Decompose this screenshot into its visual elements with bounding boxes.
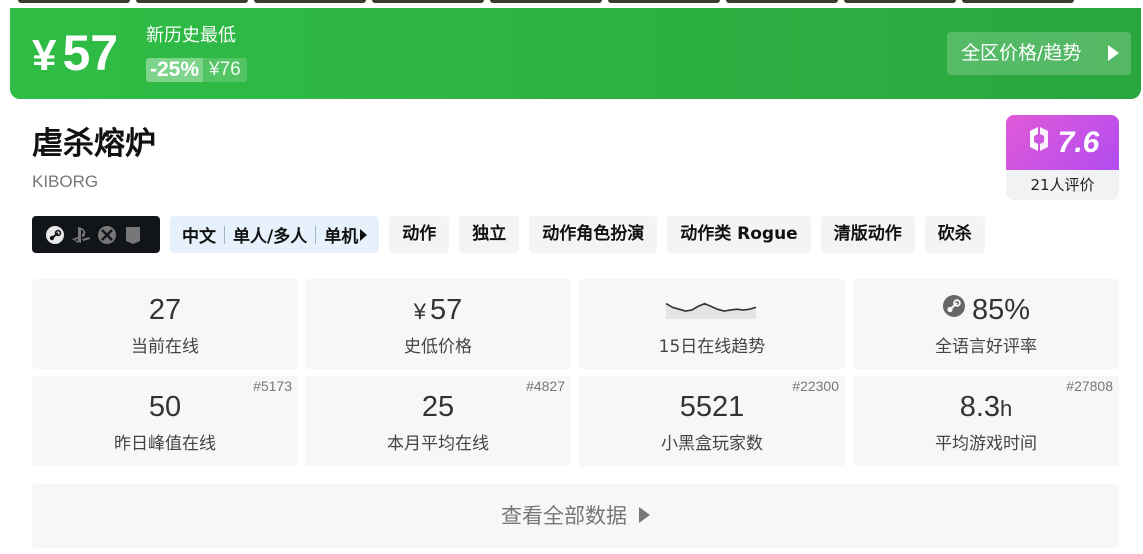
original-price: ¥76 — [209, 59, 241, 80]
score-top: 7.6 — [1006, 115, 1119, 170]
stat-value: 8.3h — [853, 390, 1119, 426]
game-type-label: 单机 — [324, 227, 359, 247]
store-icon — [122, 224, 144, 246]
stat-value: 50 — [148, 391, 182, 423]
trend-sparkline — [665, 302, 757, 319]
platform-icons[interactable] — [32, 216, 160, 253]
tag-row: 中文 单人/多人 单机 动作 独立 动作角色扮演 动作类 Rogue 清版动作 … — [32, 216, 985, 253]
playtime-value: 8.3 — [959, 391, 1001, 423]
stat-label: 本月平均在线 — [387, 434, 489, 454]
score-reviews: 21人评价 — [1030, 176, 1095, 194]
thumbnail[interactable] — [18, 0, 130, 3]
steam-icon — [44, 224, 66, 246]
stat-label: 昨日峰值在线 — [114, 434, 216, 454]
stat-online-trend[interactable]: 15日在线趋势 — [579, 279, 845, 369]
price-value: 57 — [62, 25, 119, 81]
thumbnail[interactable] — [372, 0, 484, 3]
tag-indie[interactable]: 独立 — [459, 216, 520, 253]
positive-rate-value: 85% — [971, 294, 1031, 326]
game-title: 虐杀熔炉 — [32, 126, 156, 162]
stat-avg-playtime[interactable]: #27808 8.3h 平均游戏时间 — [853, 376, 1119, 466]
tag-beat-em-up[interactable]: 清版动作 — [820, 216, 915, 253]
thumbnail[interactable] — [962, 0, 1074, 3]
screenshot-thumbnail-strip[interactable] — [0, 0, 1143, 3]
price-banner: ¥57 新历史最低 -25% ¥76 全区价格/趋势 — [10, 8, 1141, 99]
currency-symbol: ¥ — [413, 299, 426, 324]
tag-action-rpg[interactable]: 动作角色扮演 — [529, 216, 658, 253]
caret-right-icon — [360, 228, 368, 241]
stat-label: 史低价格 — [404, 337, 472, 357]
region-price-button[interactable]: 全区价格/趋势 — [947, 32, 1131, 75]
discount-row: -25% ¥76 — [146, 58, 247, 82]
stat-label: 当前在线 — [131, 337, 199, 357]
playstation-icon — [70, 224, 92, 246]
thumbnail[interactable] — [136, 0, 248, 3]
stat-value: ¥57 — [305, 293, 571, 329]
play-arrow-icon — [639, 507, 650, 523]
score-box[interactable]: 7.6 21人评价 — [1006, 115, 1119, 200]
tag-action-roguelike[interactable]: 动作类 Rogue — [667, 216, 811, 253]
stat-value: 85% — [853, 293, 1119, 327]
score-value: 7.6 — [1057, 125, 1100, 159]
stat-label: 15日在线趋势 — [658, 337, 766, 357]
stat-value: 27 — [148, 294, 182, 326]
stat-value: 25 — [421, 391, 455, 423]
lowest-price-value: 57 — [429, 294, 463, 326]
tag-hack-and-slash[interactable]: 砍杀 — [924, 216, 985, 253]
steam-icon — [942, 292, 966, 326]
view-all-data-button[interactable]: 查看全部数据 — [32, 484, 1119, 548]
stat-player-count[interactable]: #22300 5521 小黑盒玩家数 — [579, 376, 845, 466]
separator — [315, 225, 317, 244]
price-label: 新历史最低 — [146, 25, 236, 46]
play-arrow-icon — [1108, 45, 1119, 61]
stat-label: 小黑盒玩家数 — [661, 434, 763, 454]
stat-month-average[interactable]: #4827 25 本月平均在线 — [305, 376, 571, 466]
stat-value: 5521 — [679, 391, 745, 423]
game-subtitle: KIBORG — [32, 172, 99, 191]
thumbnail[interactable] — [490, 0, 602, 3]
stat-lowest-price[interactable]: ¥57 史低价格 — [305, 279, 571, 369]
separator — [224, 225, 225, 244]
current-price: ¥57 — [32, 24, 118, 85]
thumbnail[interactable] — [726, 0, 838, 3]
stat-positive-rate[interactable]: 85% 全语言好评率 — [853, 279, 1119, 369]
thumbnail[interactable] — [608, 0, 720, 3]
language-label: 中文 — [182, 227, 216, 247]
view-all-data-label: 查看全部数据 — [501, 504, 627, 528]
thumbnail[interactable] — [844, 0, 956, 3]
discount-badge: -25% — [146, 58, 204, 82]
stat-label: 全语言好评率 — [935, 337, 1037, 357]
player-mode-label: 单人/多人 — [233, 227, 308, 247]
thumbnail[interactable] — [254, 0, 366, 3]
xbox-icon — [96, 224, 118, 246]
stat-label: 平均游戏时间 — [935, 434, 1037, 454]
heybox-logo-icon — [1026, 125, 1052, 160]
region-price-label: 全区价格/趋势 — [961, 42, 1082, 64]
tag-action[interactable]: 动作 — [389, 216, 450, 253]
currency-symbol: ¥ — [32, 31, 57, 80]
stat-current-online[interactable]: 27 当前在线 — [32, 279, 298, 369]
language-mode-tag[interactable]: 中文 单人/多人 单机 — [170, 216, 380, 253]
stat-yesterday-peak[interactable]: #5173 50 昨日峰值在线 — [32, 376, 298, 466]
playtime-unit: h — [1000, 396, 1013, 421]
